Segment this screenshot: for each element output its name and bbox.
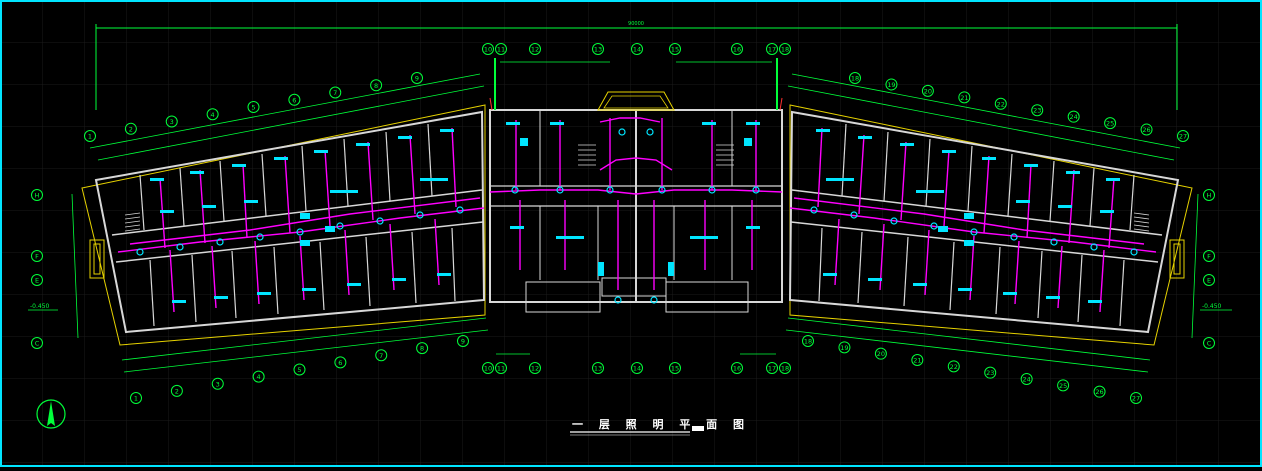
scale-mark <box>692 426 704 431</box>
axis-top-left-8-label: 8 <box>374 82 378 90</box>
axis-bottom-right-26-label: 26 <box>1095 388 1103 396</box>
drawing-canvas: 90000 1 2 3 4 5 6 7 8 9 1 2 3 4 5 6 7 8 … <box>0 0 1262 467</box>
axis-bottom-right-27-label: 27 <box>1132 395 1140 403</box>
axis-right-H-label: H <box>1207 192 1212 200</box>
axis-bottom-center-14-label: 14 <box>633 365 641 373</box>
axis-top-right-18-label: 18 <box>851 75 859 83</box>
axis-top-right-24-label: 24 <box>1070 113 1078 121</box>
axis-bottom-right-18-label: 18 <box>804 338 812 346</box>
axis-top-right-27-label: 27 <box>1179 133 1187 141</box>
axis-top-center-15-label: 15 <box>671 46 679 54</box>
axis-top-left-2-label: 2 <box>129 125 133 133</box>
axis-bottom-center-18-label: 18 <box>781 365 789 373</box>
floor-plan-drawing: 90000 1234567891234567891819202122232425… <box>0 0 1262 467</box>
overall-dimension-label: 90000 <box>628 21 644 27</box>
axis-left-C-label: C <box>35 340 40 348</box>
axis-bottom-center-16-label: 16 <box>733 365 741 373</box>
axis-bottom-right-23-label: 23 <box>986 369 994 377</box>
axis-bottom-left-8-label: 8 <box>420 345 424 353</box>
background-grid <box>0 0 1262 467</box>
axis-bottom-right-19-label: 19 <box>840 344 848 352</box>
axis-top-right-21-label: 21 <box>960 94 968 102</box>
axis-right-F-label: F <box>1207 253 1211 261</box>
axis-bottom-left-7-label: 7 <box>379 352 383 360</box>
axis-top-left-5-label: 5 <box>251 104 255 112</box>
axis-top-center-12-label: 12 <box>531 46 539 54</box>
axis-top-left-6-label: 6 <box>292 96 296 104</box>
axis-bottom-center-11-label: 11 <box>497 365 505 373</box>
axis-left-H-label: H <box>35 192 40 200</box>
axis-bottom-center-15-label: 15 <box>671 365 679 373</box>
axis-bottom-right-25-label: 25 <box>1059 382 1067 390</box>
axis-top-left-4-label: 4 <box>211 111 215 119</box>
axis-bottom-left-9-label: 9 <box>461 338 465 346</box>
axis-left-F-label: F <box>35 253 39 261</box>
axis-right-C-label: C <box>1207 340 1212 348</box>
axis-bottom-left-4-label: 4 <box>257 373 261 381</box>
axis-bottom-left-2-label: 2 <box>175 387 179 395</box>
axis-bottom-left-5-label: 5 <box>297 366 301 374</box>
axis-top-center-17-label: 17 <box>768 46 776 54</box>
axis-right-E-label: E <box>1207 277 1211 285</box>
axis-top-center-10-label: 10 <box>484 46 492 54</box>
axis-top-left-1-label: 1 <box>88 133 92 141</box>
level-left: -0.450 <box>30 303 50 310</box>
axis-top-right-22-label: 22 <box>997 100 1005 108</box>
axis-bottom-center-17-label: 17 <box>768 365 776 373</box>
axis-top-right-25-label: 25 <box>1106 120 1114 128</box>
axis-bottom-center-10-label: 10 <box>484 365 492 373</box>
axis-top-center-13-label: 13 <box>594 46 602 54</box>
axis-top-center-11-label: 11 <box>497 46 505 54</box>
axis-bottom-right-22-label: 22 <box>950 363 958 371</box>
axis-top-right-26-label: 26 <box>1142 126 1150 134</box>
axis-top-right-20-label: 20 <box>924 87 932 95</box>
axis-top-center-18-label: 18 <box>781 46 789 54</box>
axis-top-center-16-label: 16 <box>733 46 741 54</box>
axis-bottom-right-21-label: 21 <box>913 357 921 365</box>
axis-top-right-23-label: 23 <box>1033 107 1041 115</box>
axis-top-left-3-label: 3 <box>170 118 174 126</box>
axis-bottom-left-3-label: 3 <box>216 380 220 388</box>
axis-bottom-left-1-label: 1 <box>134 395 138 403</box>
axis-top-center-14-label: 14 <box>633 46 641 54</box>
level-right: -0.450 <box>1202 303 1222 310</box>
axis-bottom-right-24-label: 24 <box>1023 376 1031 384</box>
drawing-title: 一 层 照 明 平 面 图 <box>572 418 750 431</box>
axis-bottom-center-13-label: 13 <box>594 365 602 373</box>
axis-left-E-label: E <box>35 277 39 285</box>
axis-bottom-left-6-label: 6 <box>338 359 342 367</box>
axis-top-right-19-label: 19 <box>887 81 895 89</box>
axis-bottom-center-12-label: 12 <box>531 365 539 373</box>
axis-top-left-7-label: 7 <box>333 89 337 97</box>
axis-bottom-right-20-label: 20 <box>877 350 885 358</box>
axis-top-left-9-label: 9 <box>415 75 419 83</box>
